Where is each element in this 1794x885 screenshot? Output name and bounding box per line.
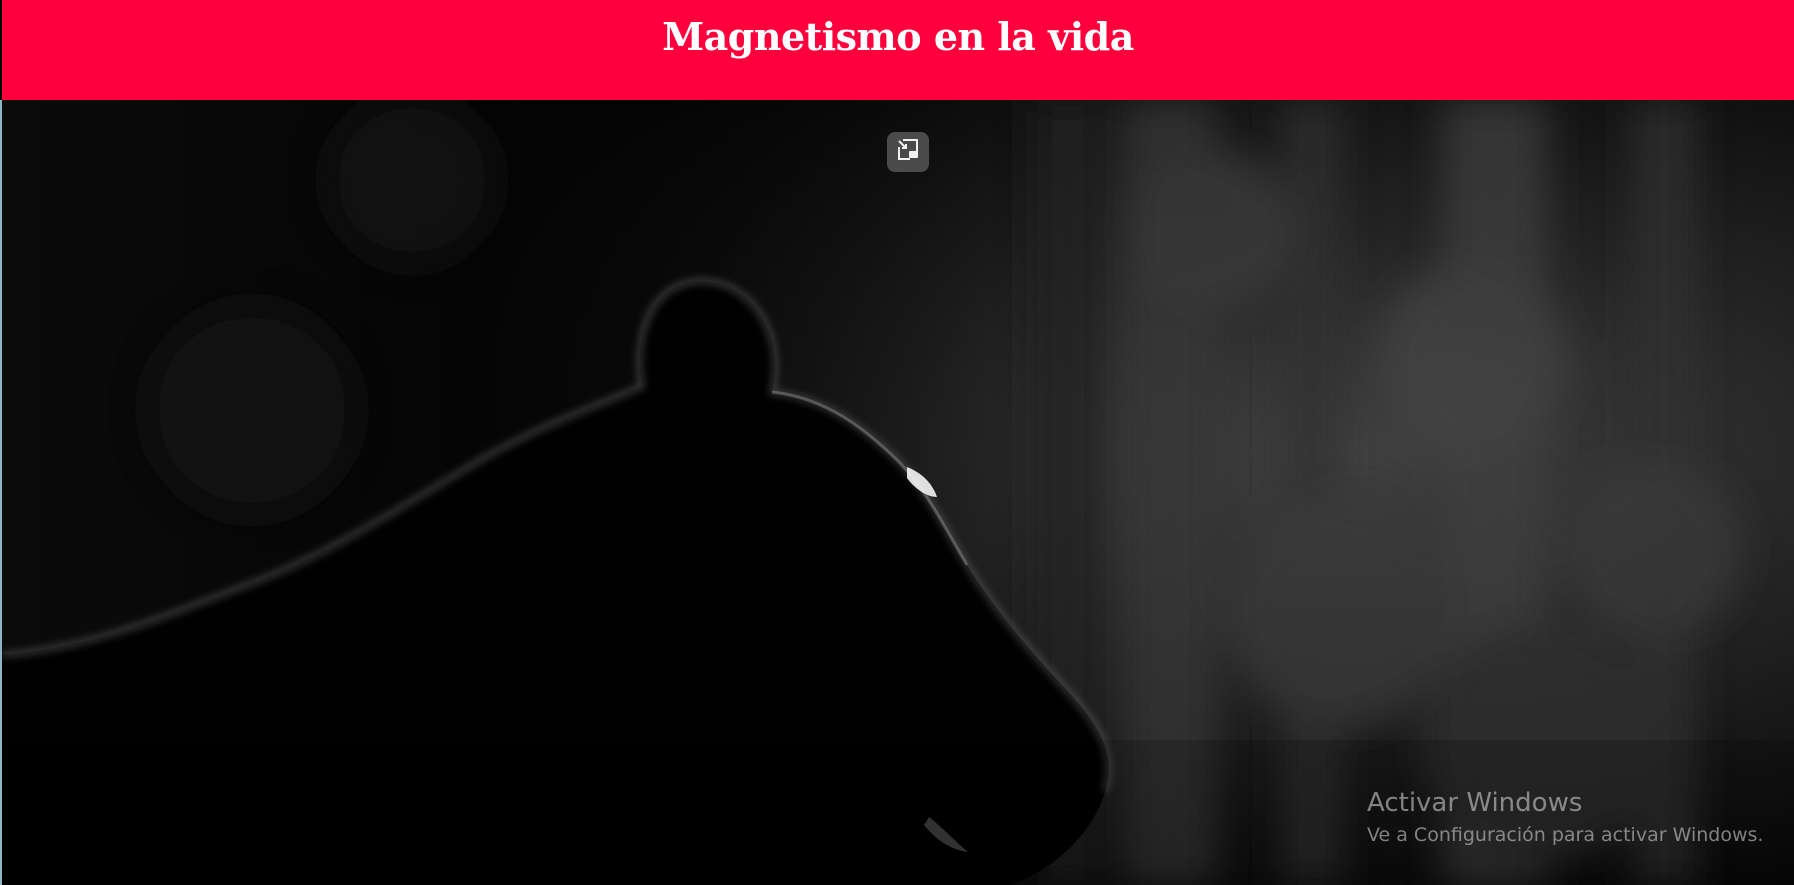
bear-video-frame — [2, 100, 1794, 885]
page: Magnetismo en la vida Activar Windows Ve… — [0, 0, 1794, 885]
picture-in-picture-icon — [895, 138, 921, 166]
page-header: Magnetismo en la vida — [2, 0, 1794, 100]
page-title: Magnetismo en la vida — [662, 13, 1134, 59]
picture-in-picture-button[interactable] — [887, 132, 929, 172]
left-edge — [0, 100, 2, 885]
background-video[interactable] — [2, 100, 1794, 885]
watermark-text: Ve a Configuración para activar Windows. — [1367, 824, 1764, 846]
watermark-title: Activar Windows — [1367, 788, 1583, 818]
windows-activation-watermark: Activar Windows Ve a Configuración para … — [1367, 786, 1763, 850]
